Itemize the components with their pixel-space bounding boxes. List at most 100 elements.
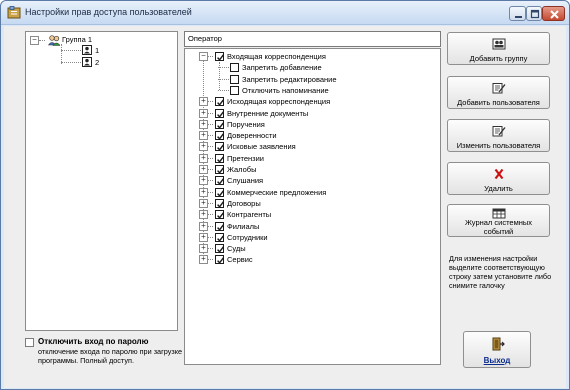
tree-group-label[interactable]: Группа 1 xyxy=(62,34,92,45)
expand-toggle[interactable]: + xyxy=(199,176,208,186)
rights-section-label[interactable]: Филиалы xyxy=(227,221,259,232)
rights-section-label[interactable]: Коммерческие предложения xyxy=(227,187,326,198)
tree-connector xyxy=(218,78,229,80)
expand-toggle[interactable]: + xyxy=(199,131,208,141)
add-user-label: Добавить пользователя xyxy=(457,98,540,107)
checkmark-icon xyxy=(217,133,224,140)
right-option-checkbox[interactable] xyxy=(230,85,239,95)
rights-section-label[interactable]: Суды xyxy=(227,243,246,254)
checkmark-icon xyxy=(217,189,224,197)
group-icon xyxy=(48,35,60,46)
expand-toggle[interactable]: + xyxy=(199,97,208,107)
right-option-label[interactable]: Отключить напоминание xyxy=(242,85,329,96)
rights-section-checkbox[interactable] xyxy=(215,198,224,208)
checkmark-icon xyxy=(217,54,224,61)
tree-connector xyxy=(208,157,213,159)
rights-section-checkbox[interactable] xyxy=(215,131,224,141)
checkmark-icon xyxy=(217,257,224,265)
rights-section-label[interactable]: Сервис xyxy=(227,254,253,265)
checkmark-icon xyxy=(217,167,224,174)
expand-toggle[interactable]: + xyxy=(199,198,208,208)
expand-toggle[interactable]: + xyxy=(199,221,208,231)
close-button[interactable] xyxy=(542,6,565,21)
rights-section-label[interactable]: Жалобы xyxy=(227,164,257,175)
checkmark-icon xyxy=(217,178,224,186)
collapse-toggle[interactable]: − xyxy=(199,52,208,61)
checkmark-icon xyxy=(217,235,224,242)
rights-section-checkbox[interactable] xyxy=(215,244,224,254)
add-user-icon xyxy=(492,83,506,94)
rights-section-checkbox[interactable] xyxy=(215,187,224,197)
tree-connector xyxy=(208,112,213,114)
system-journal-button[interactable]: Журнал системных событий xyxy=(447,204,550,237)
rights-section-checkbox[interactable] xyxy=(215,255,224,265)
rights-section-checkbox[interactable] xyxy=(215,210,224,220)
add-user-button[interactable]: Добавить пользователя xyxy=(447,76,550,109)
expand-toggle[interactable]: + xyxy=(199,232,208,242)
disable-password-label[interactable]: Отключить вход по паролю xyxy=(38,337,148,346)
rights-section-checkbox[interactable] xyxy=(215,97,224,107)
checkmark-icon xyxy=(217,156,224,163)
expand-toggle[interactable]: + xyxy=(199,153,208,163)
exit-button[interactable]: Выход xyxy=(463,331,531,368)
expand-toggle[interactable]: + xyxy=(199,210,208,220)
operator-field[interactable]: Оператор xyxy=(184,31,441,47)
rights-section-checkbox[interactable] xyxy=(215,142,224,152)
collapse-toggle[interactable]: − xyxy=(30,36,39,45)
expand-toggle[interactable]: + xyxy=(199,255,208,265)
expand-toggle[interactable]: + xyxy=(199,187,208,197)
rights-tree[interactable]: − Входящая корреспонденция Запретить добав… xyxy=(184,48,441,365)
rights-section-checkbox[interactable] xyxy=(215,221,224,231)
rights-section-checkbox[interactable] xyxy=(215,232,224,242)
expand-toggle[interactable]: + xyxy=(199,165,208,174)
tree-connector xyxy=(208,101,213,103)
disable-password-description: отключение входа по паролю при загрузке … xyxy=(38,347,183,365)
add-group-button[interactable]: Добавить группу xyxy=(447,32,550,65)
expand-toggle[interactable]: + xyxy=(199,119,208,129)
disable-password-checkbox[interactable] xyxy=(25,338,34,347)
journal-label-line1: Журнал системных xyxy=(464,218,533,227)
rights-section-label[interactable]: Исковые заявления xyxy=(227,141,296,152)
checkmark-icon xyxy=(217,201,224,208)
rights-section-label[interactable]: Входящая корреспонденция xyxy=(227,51,326,62)
close-icon xyxy=(550,10,559,19)
edit-user-button[interactable]: Изменить пользователя xyxy=(447,119,550,152)
minimize-button[interactable] xyxy=(509,6,526,21)
rights-section-label[interactable]: Контрагенты xyxy=(227,209,271,220)
window-client-area: − Группа 1 1 2 Оператор − Входящая корре… xyxy=(4,26,566,388)
rights-section-checkbox[interactable] xyxy=(215,52,224,61)
expand-toggle[interactable]: + xyxy=(199,244,208,254)
tree-user-label[interactable]: 1 xyxy=(95,45,99,56)
expand-toggle[interactable]: + xyxy=(199,108,208,118)
rights-section-label[interactable]: Доверенности xyxy=(227,130,277,141)
window-title: Настройки прав доступа пользователей xyxy=(25,7,192,17)
right-option-label[interactable]: Запретить добавление xyxy=(242,62,322,73)
tree-connector xyxy=(219,62,220,91)
rights-section-label[interactable]: Слушания xyxy=(227,175,263,186)
right-option-checkbox[interactable] xyxy=(230,63,239,73)
right-option-checkbox[interactable] xyxy=(230,74,239,84)
rights-section-checkbox[interactable] xyxy=(215,153,224,163)
right-option-label[interactable]: Запретить редактирование xyxy=(242,74,337,85)
title-bar[interactable]: Настройки прав доступа пользователей xyxy=(1,1,569,25)
rights-section-label[interactable]: Сотрудники xyxy=(227,232,268,243)
users-tree[interactable]: − Группа 1 1 2 xyxy=(25,31,178,331)
checkmark-icon xyxy=(217,223,224,231)
rights-section-checkbox[interactable] xyxy=(215,119,224,129)
checkmark-icon xyxy=(217,144,224,152)
rights-section-label[interactable]: Претензии xyxy=(227,153,264,164)
maximize-button[interactable] xyxy=(526,6,542,21)
rights-section-label[interactable]: Исходящая корреспонденция xyxy=(227,96,330,107)
delete-label: Удалить xyxy=(484,184,513,193)
add-group-icon xyxy=(492,38,506,50)
delete-button[interactable]: Удалить xyxy=(447,162,550,195)
expand-toggle[interactable]: + xyxy=(199,142,208,152)
rights-section-label[interactable]: Договоры xyxy=(227,198,261,209)
rights-section-checkbox[interactable] xyxy=(215,165,224,174)
rights-section-checkbox[interactable] xyxy=(215,108,224,118)
checkmark-icon xyxy=(217,122,224,129)
rights-section-label[interactable]: Поручения xyxy=(227,119,265,130)
tree-user-label[interactable]: 2 xyxy=(95,57,99,68)
rights-section-label[interactable]: Внутренние документы xyxy=(227,108,308,119)
rights-section-checkbox[interactable] xyxy=(215,176,224,186)
